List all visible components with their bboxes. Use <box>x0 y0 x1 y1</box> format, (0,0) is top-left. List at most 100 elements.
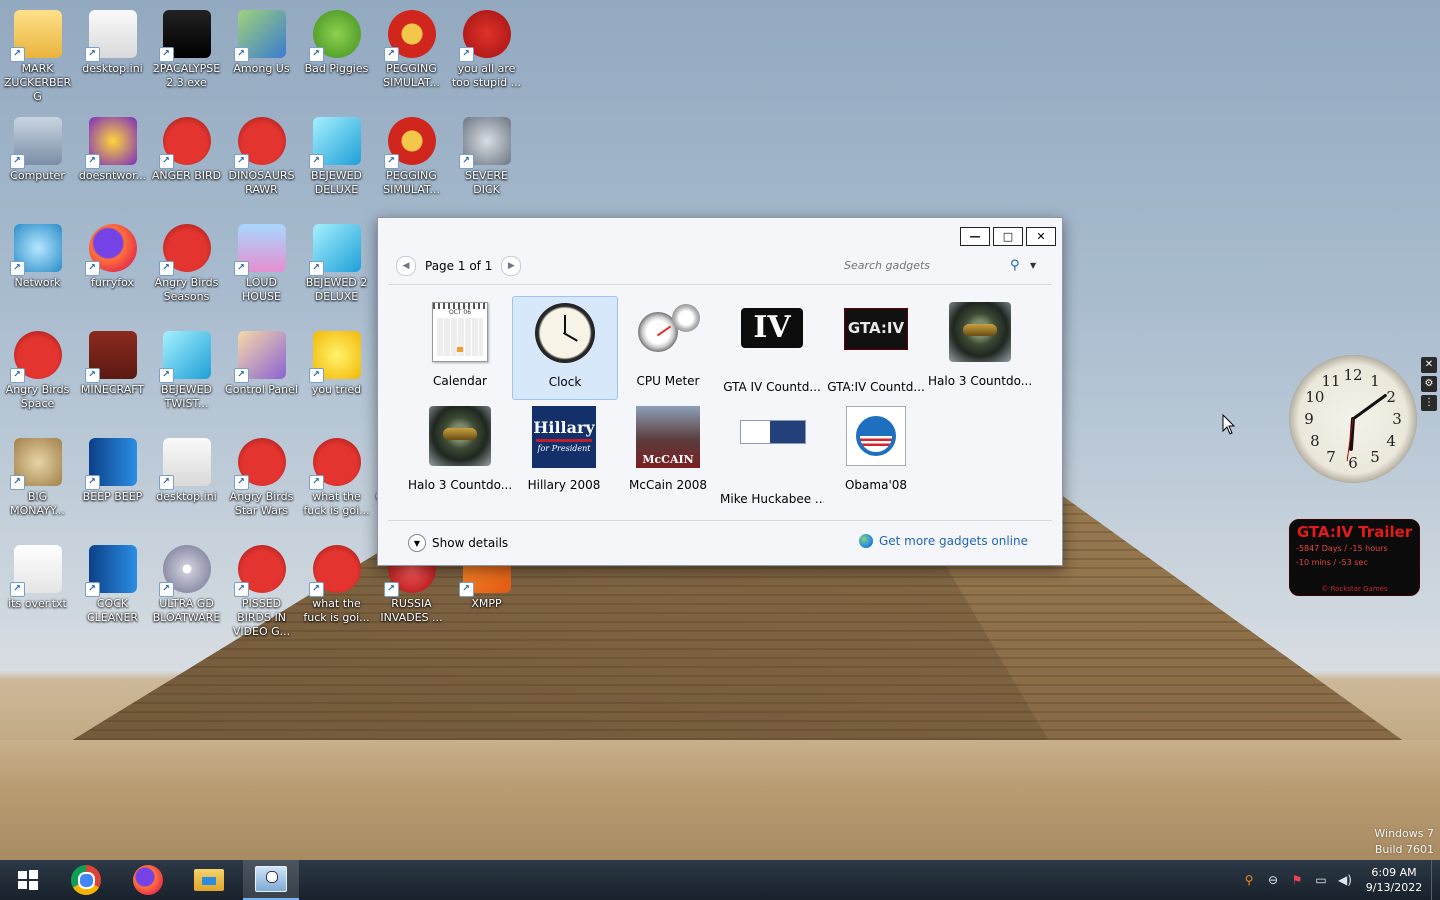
gadget-hillary-2008[interactable]: Hillary for President Hillary 2008 <box>512 400 616 502</box>
desktop-icon[interactable]: ↗ DINOSAURS RAWR <box>224 111 299 211</box>
desktop-icon[interactable]: ↗ BIG MONAYY... <box>0 432 75 532</box>
desktop-icon[interactable]: ↗ Angry Birds Star Wars <box>224 432 299 532</box>
yahoo-messenger-icon: ↗ <box>84 117 137 169</box>
gadget-cpu-meter[interactable]: CPU Meter <box>616 296 720 398</box>
hillary-logo-icon: Hillary for President <box>532 406 596 470</box>
shortcut-arrow-icon: ↗ <box>458 154 474 169</box>
gadget-name: CPU Meter <box>636 374 700 388</box>
minimize-button[interactable]: — <box>960 227 990 246</box>
gadget-mccain-2008[interactable]: McCAIN McCain 2008 <box>616 400 720 502</box>
desktop-icon[interactable]: ↗ Computer <box>0 111 75 211</box>
wrench-icon[interactable]: ⚙ <box>1421 376 1437 392</box>
maximize-button[interactable]: □ <box>993 227 1023 246</box>
desktop-icon[interactable]: ↗ desktop.ini <box>75 4 150 104</box>
close-button[interactable]: ✕ <box>1026 227 1056 246</box>
clock-numeral: 11 <box>1321 372 1340 390</box>
taskbar-gadgets[interactable] <box>243 860 299 900</box>
network-icon[interactable]: ▭ <box>1312 871 1330 889</box>
desktop-icon-label: COCK CLEANER <box>86 597 139 624</box>
gadget-halo-3-countdown-2[interactable]: Halo 3 Countdo... <box>408 400 512 502</box>
drag-handle-icon[interactable]: ⋮ <box>1421 395 1437 411</box>
desktop-icon[interactable]: ↗ MARK ZUCKERBERG <box>0 4 75 104</box>
shortcut-arrow-icon: ↗ <box>9 154 25 169</box>
desktop-icon[interactable]: ↗ BEJEWED TWIST... <box>149 325 224 425</box>
desktop-icon[interactable]: ↗ MINECRAFT <box>75 325 150 425</box>
desktop-icon[interactable]: ↗ BEEP BEEP <box>75 432 150 532</box>
desktop-icon[interactable]: ↗ you all are too stupid ... <box>449 4 524 104</box>
taskbar-clock[interactable]: 6:09 AM 9/13/2022 <box>1361 865 1427 895</box>
gadget-obama-08[interactable]: Obama'08 <box>824 400 928 502</box>
desktop-icon-label: MINECRAFT <box>80 383 145 396</box>
taskbar: ⚲ ⊖ ⚑ ▭ ◀) 6:09 AM 9/13/2022 <box>0 860 1440 900</box>
search-icon[interactable]: ⚲ <box>1240 871 1258 889</box>
previous-page-button[interactable]: ◀ <box>396 256 416 276</box>
shortcut-arrow-icon: ↗ <box>233 47 249 62</box>
volume-icon[interactable]: ◀) <box>1336 871 1354 889</box>
search-input[interactable] <box>842 255 1010 275</box>
desktop-icon[interactable]: ↗ SEVERE DICK <box>449 111 524 211</box>
minus-circle-icon[interactable]: ⊖ <box>1264 871 1282 889</box>
desktop-icon-label: BEJEWED 2 DELUXE <box>305 276 368 303</box>
desktop-icon-label: PEGGING SIMULAT... <box>383 169 440 196</box>
desktop-icon-label: BEJEWED DELUXE <box>311 169 362 196</box>
desktop-icon[interactable]: ↗ Angry Birds Space <box>0 325 75 425</box>
start-button[interactable] <box>0 860 56 900</box>
gadget-mike-huckabee[interactable]: Mike Huckabee ... <box>720 400 824 506</box>
desktop-icon-label: Network <box>14 276 61 289</box>
clock-gadget[interactable]: 12 1 2 3 4 5 6 7 8 9 10 11 <box>1289 355 1417 483</box>
desktop-icon[interactable]: ↗ BEJEWED DELUXE <box>299 111 374 211</box>
desktop-icon[interactable]: ↗ COCK CLEANER <box>75 539 150 639</box>
taskbar-chrome[interactable] <box>58 860 114 900</box>
gadget-name: GTA IV Countd... <box>723 380 821 394</box>
get-more-gadgets-link[interactable]: Get more gadgets online <box>858 534 1028 548</box>
shortcut-arrow-icon: ↗ <box>458 582 474 597</box>
close-icon[interactable]: ✕ <box>1421 357 1437 373</box>
shortcut-arrow-icon: ↗ <box>308 475 324 490</box>
next-page-button[interactable]: ▶ <box>501 256 522 276</box>
shortcut-arrow-icon: ↗ <box>9 261 25 276</box>
desktop-icon[interactable]: ↗ PEGGING SIMULAT... <box>374 4 449 104</box>
desktop-icon[interactable]: ↗ 2PACALYPSE 2.3.exe <box>149 4 224 104</box>
chevron-down-icon[interactable]: ▼ <box>1030 261 1042 270</box>
show-details-toggle[interactable]: ▼ Show details <box>408 534 508 552</box>
desktop-icon[interactable]: ↗ Network <box>0 218 75 318</box>
shortcut-arrow-icon: ↗ <box>84 475 100 490</box>
action-center-flag-icon[interactable]: ⚑ <box>1288 871 1306 889</box>
show-desktop-button[interactable] <box>1431 860 1440 900</box>
desktop-icon[interactable]: ↗ LOUD HOUSE <box>224 218 299 318</box>
gauge-icon <box>636 302 700 366</box>
gta-countdown-line2: -10 mins / -53 sec <box>1296 558 1368 567</box>
gadget-halo-3-countdown[interactable]: Halo 3 Countdo... <box>928 296 1032 398</box>
shortcut-arrow-icon: ↗ <box>383 582 399 597</box>
desktop-icon[interactable]: ↗ you tried <box>299 325 374 425</box>
desktop-icon[interactable]: ↗ what the fuck is goi... <box>299 539 374 639</box>
desktop-icon[interactable]: ↗ Bad Piggies <box>299 4 374 104</box>
gadget-name: Halo 3 Countdo... <box>408 478 512 492</box>
gem-icon: ↗ <box>308 224 361 276</box>
gadget-calendar[interactable]: OCT 06 Calendar <box>408 296 512 398</box>
desktop-icon[interactable]: ↗ furryfox <box>75 218 150 318</box>
taskbar-file-explorer[interactable] <box>181 860 237 900</box>
desktop-icon[interactable]: ↗ PISSED BIRDS IN VIDEO G... <box>224 539 299 639</box>
gadget-gta-iv-countdown[interactable]: IV GTA IV Countd... <box>720 296 824 398</box>
desktop-icon[interactable]: ↗ PEGGING SIMULAT... <box>374 111 449 211</box>
desktop-icon[interactable]: ↗ Among Us <box>224 4 299 104</box>
taskbar-firefox[interactable] <box>120 860 176 900</box>
gadget-clock[interactable]: Clock <box>512 296 618 400</box>
desktop-icon[interactable]: ↗ BEJEWED 2 DELUXE <box>299 218 374 318</box>
desktop-icon[interactable]: ↗ Control Panel <box>224 325 299 425</box>
desktop-icon[interactable]: ↗ ULTRA GD BLOATWARE <box>149 539 224 639</box>
gta-countdown-gadget[interactable]: GTA:IV Trailer -5847 Days / -15 hours -1… <box>1289 519 1420 596</box>
desktop-icon-label: desktop.ini <box>156 490 217 503</box>
shortcut-arrow-icon: ↗ <box>9 47 25 62</box>
desktop-icon-label: PEGGING SIMULAT... <box>383 62 440 89</box>
desktop-icon[interactable]: ↗ ANGER BIRD <box>149 111 224 211</box>
gadget-gta-iv-countdown-2[interactable]: GTA:IV GTA:IV Countd... <box>824 296 928 398</box>
firefox-icon: ↗ <box>84 224 137 276</box>
search-icon[interactable]: ⚲ <box>1010 258 1026 273</box>
desktop-icon[interactable]: ↗ what the fuck is goi... <box>299 432 374 532</box>
desktop-icon[interactable]: ↗ its over.txt <box>0 539 75 639</box>
desktop-icon[interactable]: ↗ desktop.ini <box>149 432 224 532</box>
desktop-icon[interactable]: ↗ doesntwor... <box>75 111 150 211</box>
desktop-icon[interactable]: ↗ Angry Birds Seasons <box>149 218 224 318</box>
